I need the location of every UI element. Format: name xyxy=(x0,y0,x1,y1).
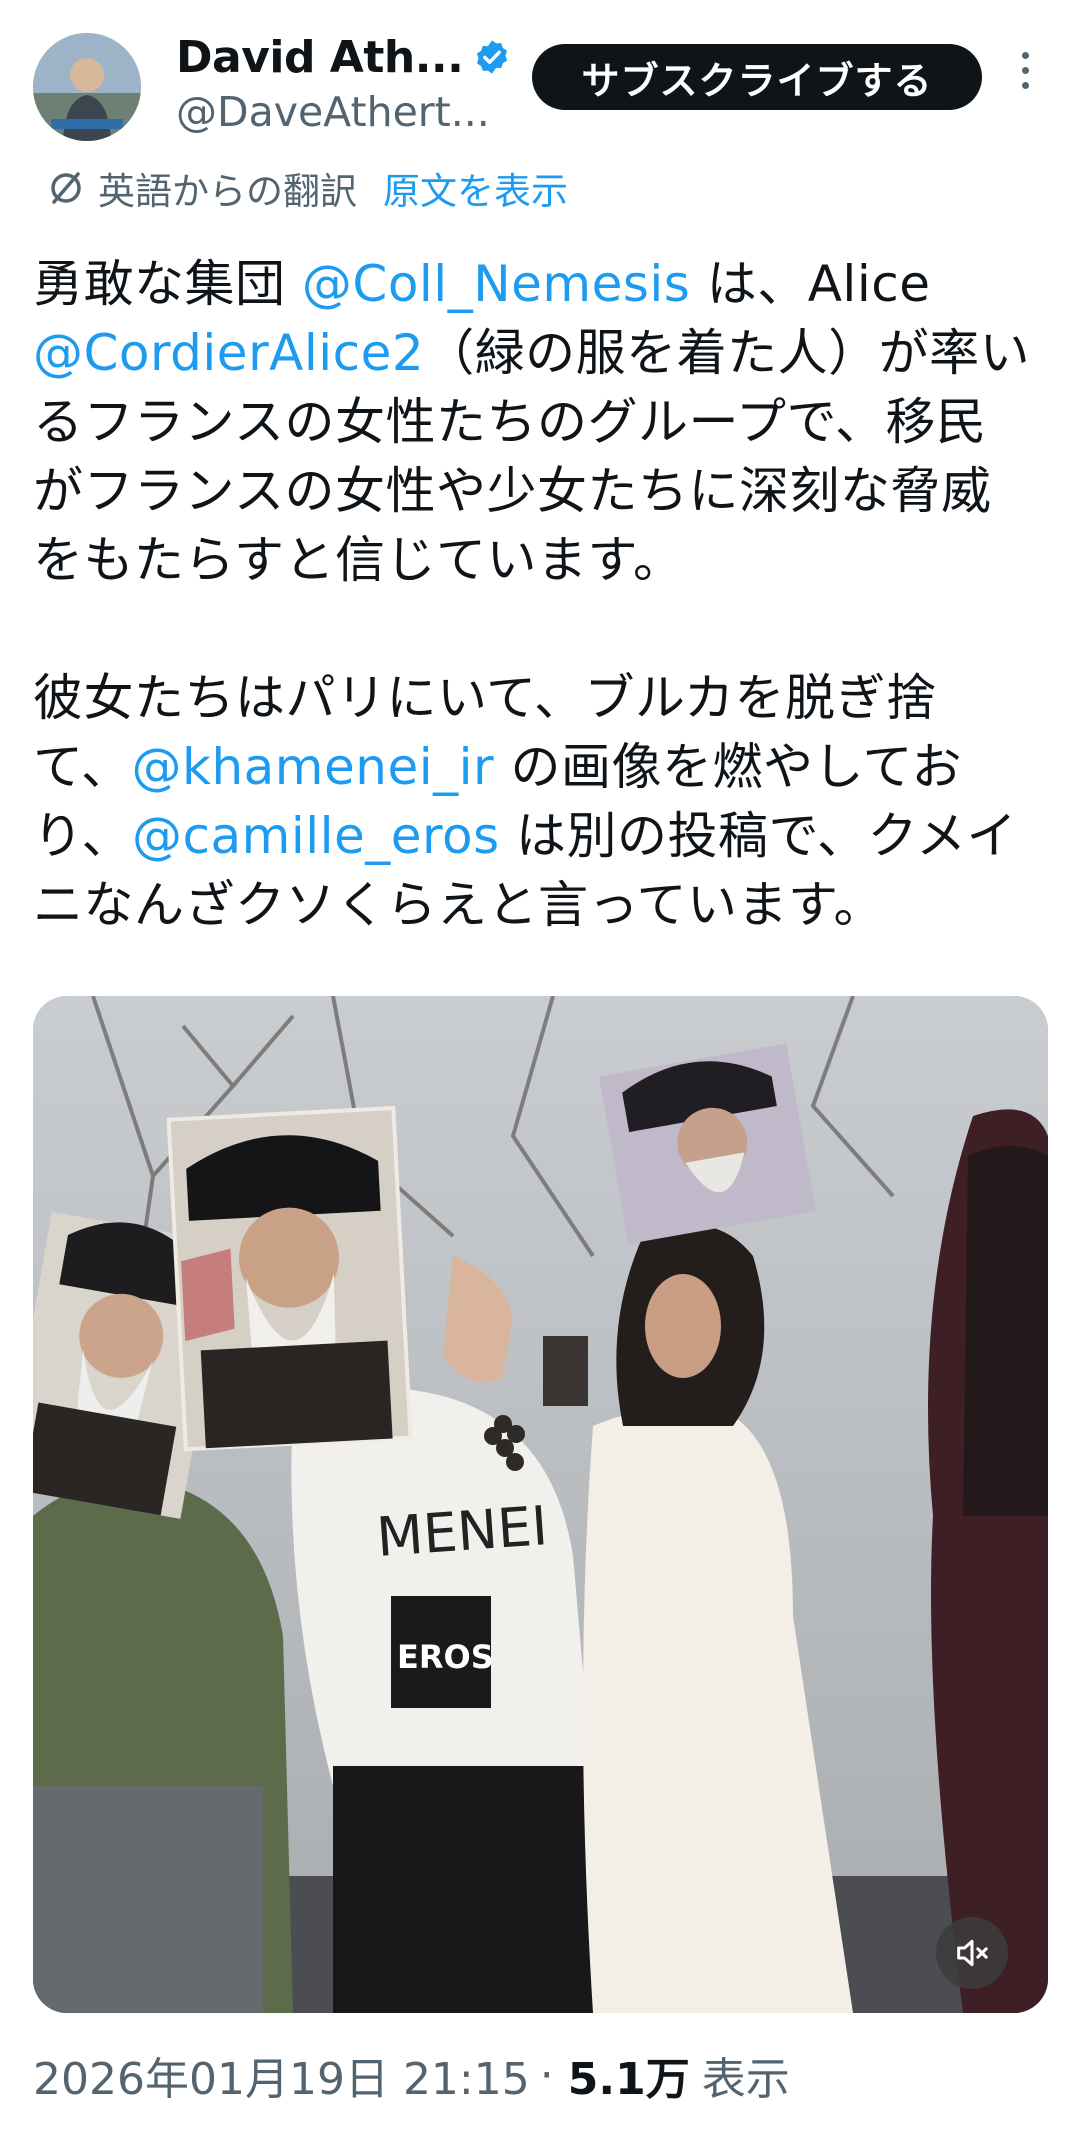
display-name[interactable]: David Ath... xyxy=(176,32,464,83)
shirt-text: MENEI xyxy=(375,1494,550,1569)
tweet-text-segment: は、Alice xyxy=(690,255,931,313)
volume-mute-icon xyxy=(957,1939,988,1967)
translation-label: 英語からの翻訳 xyxy=(98,170,357,213)
separator: · xyxy=(539,2049,554,2101)
tweet-text-segment: 勇敢な集団 xyxy=(33,255,302,313)
verified-badge-icon xyxy=(477,40,508,74)
mention-link[interactable]: @camille_eros xyxy=(132,807,500,865)
more-vertical-icon[interactable] xyxy=(1010,52,1040,102)
timestamp[interactable]: 2026年01月19日 21:15 xyxy=(33,2043,530,2107)
mute-toggle-button[interactable] xyxy=(936,1917,1008,1989)
tweet-header: David Ath... @DaveAthert... サブスクライブする xyxy=(0,0,1080,160)
tweet-paragraph-1: 勇敢な集団 @Coll_Nemesis は、Alice @CordierAlic… xyxy=(33,250,1033,595)
tweet-video[interactable]: MENEI EROS xyxy=(33,996,1048,2013)
mention-link[interactable]: @Coll_Nemesis xyxy=(302,255,690,313)
tweet-paragraph-2: 彼女たちはパリにいて、ブルカを脱ぎ捨て、@khamenei_ir の画像を燃やし… xyxy=(33,664,1033,940)
name-row: David Ath... xyxy=(176,32,511,83)
user-avatar-icon xyxy=(33,33,141,141)
views-label: 表示 xyxy=(701,2054,790,2105)
user-handle[interactable]: @DaveAthert... xyxy=(176,88,490,136)
tweet-meta: 2026年01月19日 21:15 · 5.1万 表示 xyxy=(33,2040,790,2110)
translate-icon xyxy=(51,172,81,204)
views-count[interactable]: 5.1万 xyxy=(568,2043,690,2107)
subscribe-button[interactable]: サブスクライブする xyxy=(532,44,982,110)
video-frame: MENEI EROS xyxy=(33,996,1048,2013)
mention-link[interactable]: @khamenei_ir xyxy=(132,738,495,796)
tweet-text: 勇敢な集団 @Coll_Nemesis は、Alice @CordierAlic… xyxy=(33,250,1033,940)
show-original-link[interactable]: 原文を表示 xyxy=(383,161,568,215)
avatar[interactable] xyxy=(33,33,141,141)
translation-row: 英語からの翻訳 原文を表示 xyxy=(46,160,568,216)
mention-link[interactable]: @CordierAlice2 xyxy=(33,324,424,382)
shirt-logo: EROS xyxy=(397,1638,494,1676)
